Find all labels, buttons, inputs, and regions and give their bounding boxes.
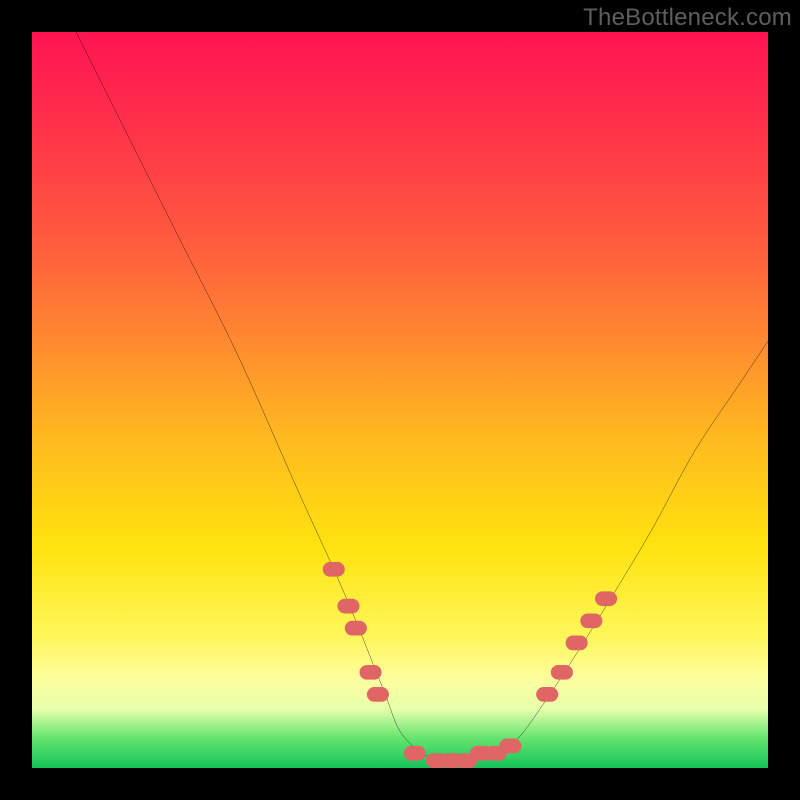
- curve-line: [76, 32, 768, 762]
- chart-svg: [32, 32, 768, 768]
- marker-dot: [566, 636, 588, 651]
- marker-points: [323, 562, 617, 768]
- marker-dot: [536, 687, 558, 702]
- marker-dot: [595, 591, 617, 606]
- watermark-text: TheBottleneck.com: [583, 4, 792, 32]
- marker-dot: [337, 599, 359, 614]
- plot-area: [32, 32, 768, 768]
- marker-dot: [367, 687, 389, 702]
- marker-dot: [551, 665, 573, 680]
- marker-dot: [580, 613, 602, 628]
- marker-dot: [360, 665, 382, 680]
- marker-dot: [323, 562, 345, 577]
- marker-dot: [404, 746, 426, 761]
- marker-dot: [345, 621, 367, 636]
- marker-dot: [499, 739, 521, 754]
- chart-frame: TheBottleneck.com: [0, 0, 800, 800]
